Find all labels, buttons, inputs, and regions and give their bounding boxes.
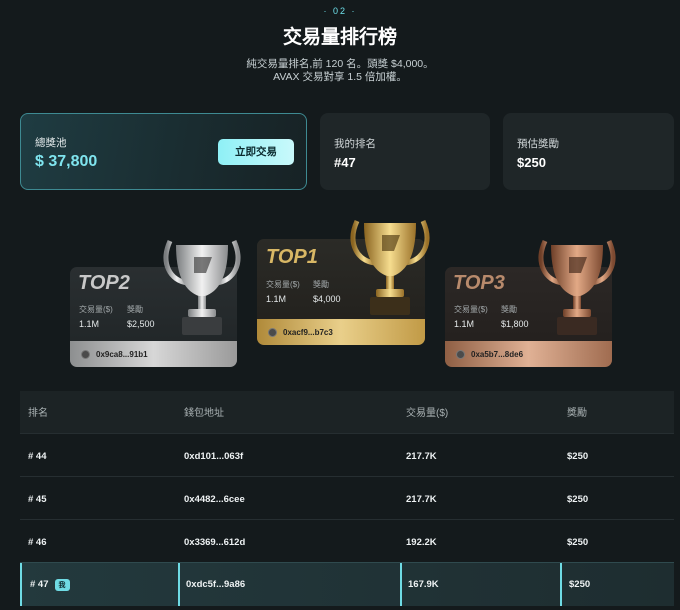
table-row: # 44 0xd101...063f 217.7K $250 — [20, 433, 674, 476]
volume-label: 交易量($) — [266, 280, 300, 289]
table-header: 排名 錢包地址 交易量($) 獎勵 — [20, 391, 674, 433]
reward-label: 獎勵 — [313, 280, 329, 289]
reward-value: $2,500 — [127, 319, 155, 329]
my-rank-value: #47 — [334, 155, 356, 170]
silver-trophy-icon — [163, 239, 241, 335]
reward-label: 獎勵 — [501, 305, 517, 314]
podium-rank: TOP3 — [453, 272, 505, 294]
prize-pool-label: 總獎池 — [35, 137, 67, 149]
subtitle-line-1: 純交易量排名,前 120 名。頭獎 $4,000。 — [246, 58, 434, 70]
podium-rank: TOP1 — [266, 246, 318, 268]
prize-pool-value: $ 37,800 — [35, 153, 98, 170]
podium-rank: TOP2 — [78, 272, 130, 294]
header-wallet: 錢包地址 — [184, 408, 224, 419]
reward-label: 獎勵 — [127, 305, 143, 314]
my-rank-label: 我的排名 — [334, 138, 376, 150]
row-wallet: 0x4482...6cee — [184, 494, 245, 505]
my-rank-card: 我的排名 #47 — [320, 113, 490, 190]
avatar — [456, 350, 465, 359]
avatar — [81, 350, 90, 359]
row-reward: $250 — [567, 494, 589, 505]
avatar — [268, 328, 277, 337]
leaderboard-table: 排名 錢包地址 交易量($) 獎勵 # 44 0xd101...063f 217… — [20, 391, 674, 606]
bronze-trophy-icon — [538, 239, 616, 335]
me-badge: 我 — [54, 578, 70, 591]
row-rank: # 44 — [28, 451, 47, 462]
row-volume: 167.9K — [408, 579, 439, 590]
reward-value: $4,000 — [313, 294, 341, 304]
row-rank: # 45 — [28, 494, 47, 505]
subtitle-line-2: AVAX 交易對享 1.5 倍加權。 — [273, 71, 407, 83]
table-row-current-user: # 47 我 0xdc5f...9a86 167.9K $250 — [20, 562, 674, 606]
row-reward: $250 — [567, 537, 589, 548]
row-reward: $250 — [569, 579, 591, 590]
table-row: # 45 0x4482...6cee 217.7K $250 — [20, 476, 674, 519]
header-volume: 交易量($) — [406, 408, 449, 419]
trade-now-button[interactable]: 立即交易 — [218, 139, 294, 165]
prize-pool-card: 總獎池 $ 37,800 立即交易 — [20, 113, 307, 190]
volume-label: 交易量($) — [454, 305, 488, 314]
gold-trophy-icon — [350, 219, 430, 315]
header-rank: 排名 — [28, 408, 48, 419]
row-volume: 192.2K — [406, 537, 437, 548]
section-number: · 02 · — [323, 6, 357, 16]
row-wallet: 0xd101...063f — [184, 451, 244, 462]
wallet-address: 0xacf9...b7c3 — [283, 328, 333, 337]
volume-value: 1.1M — [266, 294, 287, 304]
row-volume: 217.7K — [406, 451, 437, 462]
row-reward: $250 — [567, 451, 589, 462]
subtitle: 純交易量排名,前 120 名。頭獎 $4,000。 AVAX 交易對享 1.5 … — [0, 58, 680, 84]
volume-label: 交易量($) — [79, 305, 113, 314]
estimated-reward-value: $250 — [517, 155, 546, 170]
estimated-reward-label: 預估獎勵 — [517, 138, 559, 150]
page-title: 交易量排行榜 — [282, 27, 397, 48]
row-wallet: 0xdc5f...9a86 — [186, 579, 246, 590]
row-wallet: 0x3369...612d — [184, 537, 246, 548]
wallet-address: 0xa5b7...8de6 — [471, 350, 524, 359]
volume-value: 1.1M — [79, 319, 100, 329]
volume-value: 1.1M — [454, 319, 475, 329]
row-rank: # 47 — [30, 579, 49, 590]
reward-value: $1,800 — [501, 319, 529, 329]
row-rank: # 46 — [28, 537, 47, 548]
wallet-address: 0x9ca8...91b1 — [96, 350, 148, 359]
table-row: # 46 0x3369...612d 192.2K $250 — [20, 519, 674, 562]
header-reward: 獎勵 — [567, 408, 587, 419]
estimated-reward-card: 預估獎勵 $250 — [503, 113, 674, 190]
row-volume: 217.7K — [406, 494, 437, 505]
